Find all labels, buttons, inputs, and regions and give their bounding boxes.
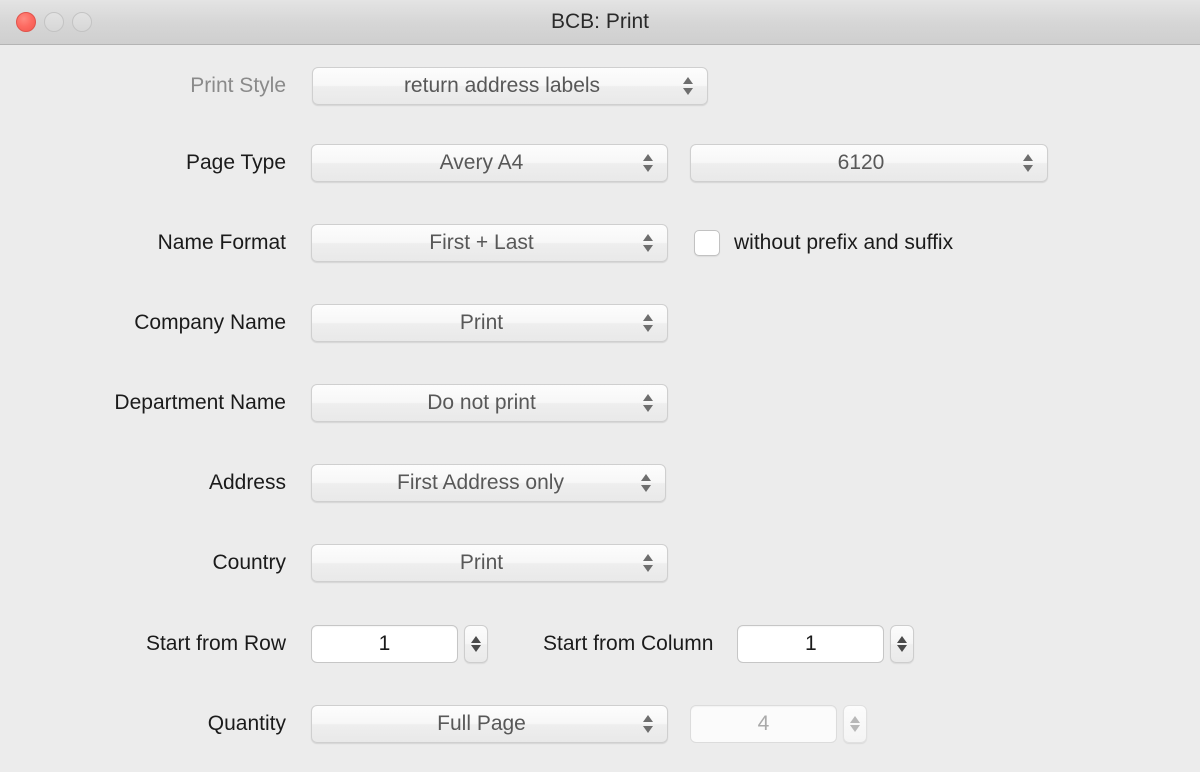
address-dropdown[interactable]: First Address only [311,464,666,502]
department-name-value: Do not print [427,391,536,414]
chevron-up-down-icon [643,154,653,172]
page-type-dropdown[interactable]: Avery A4 [311,144,668,182]
chevron-up-down-icon [643,234,653,252]
page-type-label: Page Type [185,151,286,174]
window-titlebar: BCB: Print [0,0,1200,45]
quantity-dropdown[interactable]: Full Page [311,705,668,743]
row-quantity: Quantity Full Page 4 [0,703,900,745]
chevron-up-down-icon [643,394,653,412]
name-format-label: Name Format [157,231,286,254]
start-from-column-label: Start from Column [543,632,714,655]
company-name-label: Company Name [134,311,286,334]
start-from-row-input[interactable]: 1 [311,625,458,663]
chevron-up-down-icon [641,474,651,492]
stepper-arrows-icon [850,716,860,732]
window-title: BCB: Print [550,10,650,33]
country-dropdown[interactable]: Print [311,544,668,582]
stepper-arrows-icon [897,636,908,652]
quantity-value: Full Page [437,712,526,735]
address-value: First Address only [397,471,564,494]
row-company-name: Company Name Print [0,302,700,344]
print-style-value: return address labels [403,74,601,97]
row-country: Country Print [0,542,700,584]
chevron-up-down-icon [643,554,653,572]
row-department-name: Department Name Do not print [0,382,700,424]
without-prefix-suffix-checkbox[interactable] [694,230,720,256]
row-print-style: Print Style return address labels [0,65,880,107]
department-name-dropdown[interactable]: Do not print [311,384,668,422]
page-type-model-dropdown[interactable]: 6120 [690,144,1048,182]
page-type-value: Avery A4 [439,151,524,174]
row-name-format: Name Format First + Last without prefix … [0,222,1100,264]
chevron-up-down-icon [643,715,653,733]
chevron-up-down-icon [643,314,653,332]
country-value: Print [459,551,504,574]
print-settings-form: Print Style return address labels Page T… [0,45,1200,772]
quantity-count-value: 4 [757,712,770,735]
quantity-count-input[interactable]: 4 [690,705,837,743]
chevron-up-down-icon [1023,154,1033,172]
name-format-value: First + Last [429,231,534,254]
start-from-row-value: 1 [378,632,391,655]
start-from-column-value: 1 [805,632,817,655]
row-page-type: Page Type Avery A4 6120 [0,142,1060,184]
print-style-label: Print Style [190,74,286,97]
company-name-value: Print [459,311,504,334]
department-name-label: Department Name [114,391,286,414]
start-from-row-stepper[interactable] [464,625,488,663]
quantity-count-stepper[interactable] [843,705,867,743]
stepper-arrows-icon [471,636,481,652]
page-type-model-value: 6120 [837,151,885,174]
start-from-column-input[interactable]: 1 [737,625,885,663]
without-prefix-suffix-label: without prefix and suffix [734,231,954,254]
start-from-column-stepper[interactable] [890,625,915,663]
company-name-dropdown[interactable]: Print [311,304,668,342]
country-label: Country [212,551,286,574]
row-address: Address First Address only [0,462,700,504]
quantity-label: Quantity [207,712,286,735]
address-label: Address [208,471,286,494]
row-start-position: Start from Row 1 Start from Column 1 [0,623,1000,665]
chevron-up-down-icon [683,77,693,95]
print-style-dropdown[interactable]: return address labels [312,67,708,105]
start-from-row-label: Start from Row [145,632,286,655]
name-format-dropdown[interactable]: First + Last [311,224,668,262]
